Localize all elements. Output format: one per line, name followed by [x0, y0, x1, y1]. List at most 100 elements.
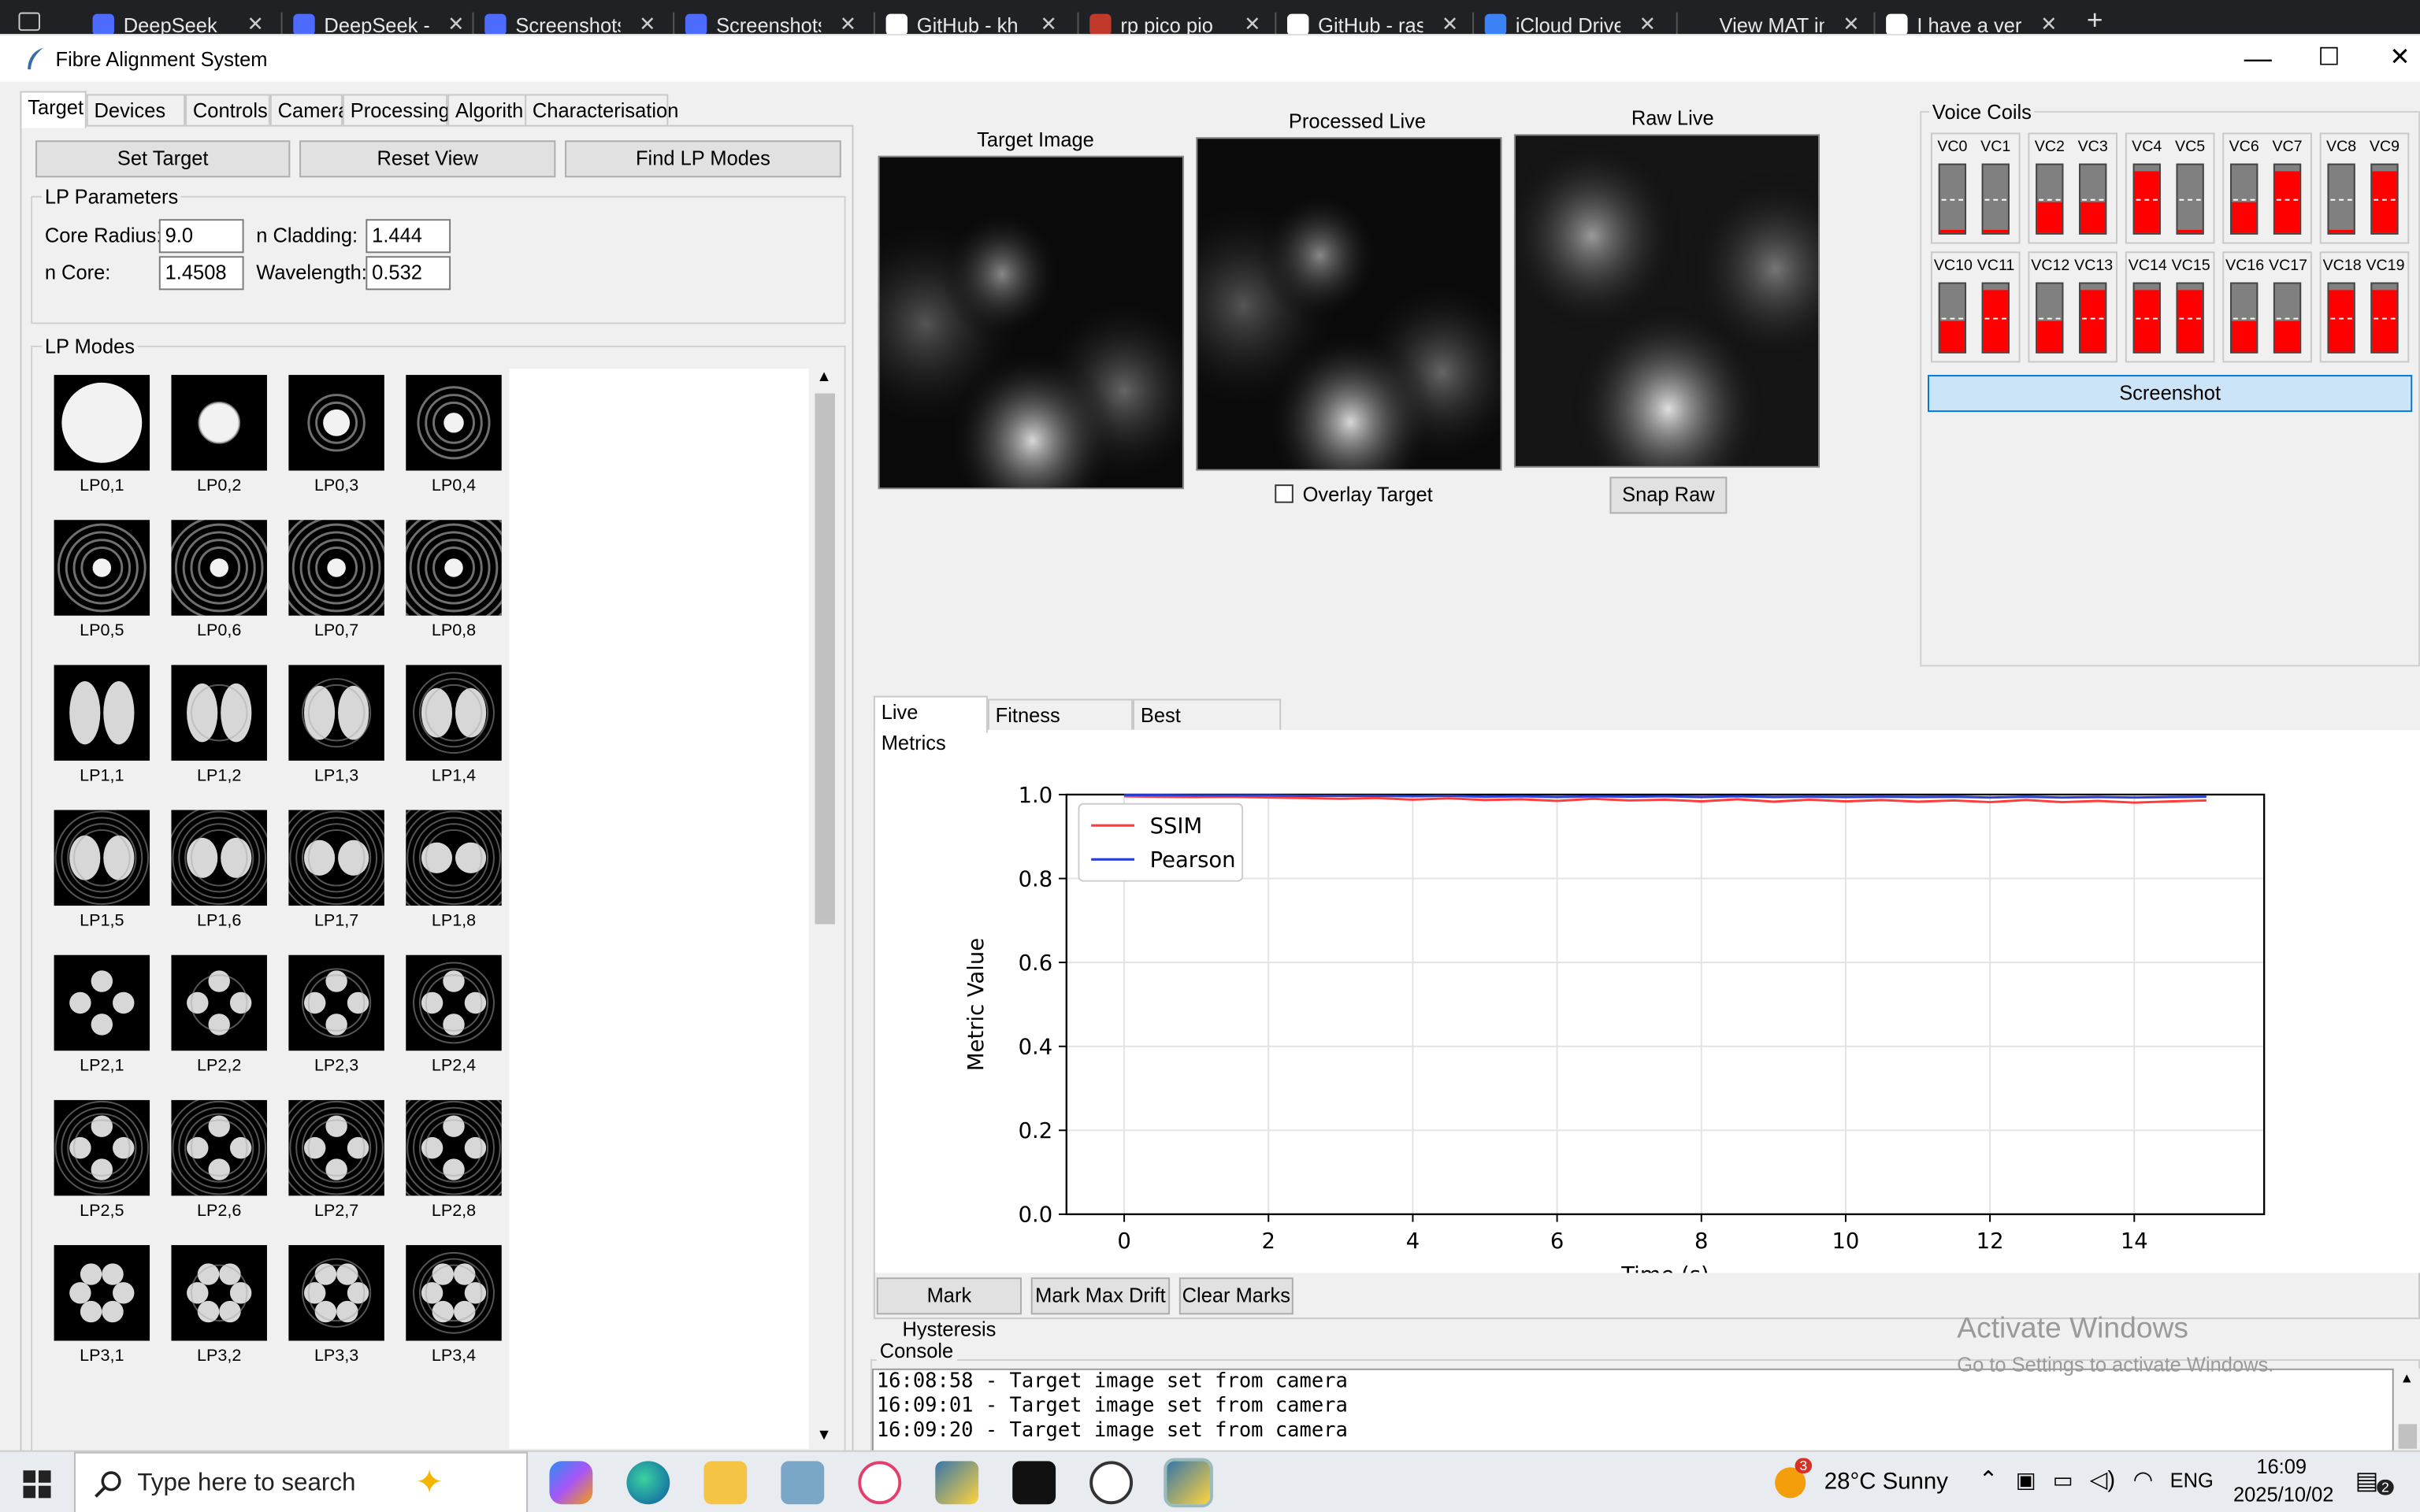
scroll-up-icon[interactable]: ▲ [816, 369, 831, 386]
lp-mode-image[interactable] [288, 375, 384, 471]
windows-start-icon[interactable] [23, 1470, 51, 1499]
scroll-thumb[interactable] [815, 393, 835, 925]
lp-mode-image[interactable] [171, 954, 267, 1051]
mark-max-drift-button[interactable]: Mark Max Drift [1030, 1277, 1171, 1315]
voice-coil-bar[interactable] [2132, 163, 2161, 235]
voice-coil-bar[interactable] [1938, 163, 1967, 235]
lp-mode-image[interactable] [54, 1245, 150, 1341]
tab-devices[interactable]: Devices [86, 94, 186, 128]
tab-live-metrics[interactable]: Live Metrics [873, 695, 988, 754]
copilot-icon[interactable] [549, 1461, 593, 1505]
console-scrollbar[interactable]: ▲ [2395, 1368, 2420, 1452]
voice-coil-bar[interactable] [2230, 163, 2259, 235]
voice-coil-bar[interactable] [2176, 282, 2204, 354]
clock-date[interactable]: 2025/10/02 [2233, 1483, 2334, 1506]
edge-browser-icon[interactable] [626, 1461, 670, 1505]
lp-mode-image[interactable] [288, 1099, 384, 1196]
maximize-button[interactable]: ☐ [2293, 40, 2364, 77]
tab-characterisation[interactable]: Characterisation [525, 94, 678, 128]
lp-mode-image[interactable] [171, 1099, 267, 1196]
voice-coil-bar[interactable] [2327, 163, 2355, 235]
scroll-thumb[interactable] [2398, 1424, 2418, 1449]
battery-icon[interactable]: ▭ [2053, 1467, 2073, 1493]
voice-coil-bar[interactable] [1981, 163, 2010, 235]
lp-mode-image[interactable] [288, 1245, 384, 1341]
wifi-icon[interactable]: ◠ [2133, 1466, 2154, 1493]
tab-target[interactable]: Target [20, 91, 87, 128]
language-indicator[interactable]: ENG [2170, 1469, 2214, 1492]
lp-modes-scrollbar[interactable]: ▲ ▼ [811, 369, 838, 1449]
lp-mode-image[interactable] [54, 665, 150, 761]
lp-mode-image[interactable] [406, 665, 502, 761]
screenshot-button[interactable]: Screenshot [1928, 375, 2413, 413]
notification-icon[interactable]: ▤ [2355, 1466, 2379, 1496]
voice-coil-bar[interactable] [2176, 163, 2204, 235]
wavelength-field[interactable]: 0.532 [366, 256, 451, 291]
lp-mode-image[interactable] [54, 1099, 150, 1196]
n-core-field[interactable]: 1.4508 [158, 256, 244, 291]
lp-mode-image[interactable] [54, 520, 150, 616]
voice-coil-bar[interactable] [2132, 282, 2161, 354]
lp-mode-image[interactable] [54, 810, 150, 906]
console-output[interactable]: 16:08:58 - Target image set from camera 1… [871, 1368, 2394, 1452]
python-idle-icon[interactable] [935, 1461, 979, 1505]
new-tab-button[interactable]: + [2087, 5, 2103, 37]
core-radius-field[interactable]: 9.0 [158, 219, 244, 254]
voice-coil-bar[interactable] [2273, 163, 2302, 235]
store-app-icon[interactable] [781, 1461, 825, 1505]
camera-app-icon[interactable] [1089, 1461, 1134, 1505]
mark-hysteresis-button[interactable]: Mark Hysteresis [876, 1277, 1022, 1341]
voice-coil-bar[interactable] [2079, 282, 2107, 354]
set-target-button[interactable]: Set Target [35, 140, 291, 178]
tab-controls[interactable]: Controls [185, 94, 270, 128]
clear-marks-button[interactable]: Clear Marks [1178, 1277, 1294, 1315]
terminal-icon[interactable] [1012, 1461, 1056, 1505]
taskbar-search-box[interactable]: Type here to search ✦ [74, 1451, 529, 1512]
weather-text[interactable]: 28°C Sunny [1824, 1469, 1948, 1495]
reset-view-button[interactable]: Reset View [299, 140, 556, 178]
meet-icon[interactable]: ▣ [2016, 1467, 2036, 1493]
lp-mode-image[interactable] [406, 1099, 502, 1196]
chevron-up-icon[interactable]: ⌃ [1979, 1466, 1999, 1493]
volume-icon[interactable]: ◁) [2090, 1466, 2115, 1493]
lp-mode-image[interactable] [171, 520, 267, 616]
voice-coil-bar[interactable] [1981, 282, 2010, 354]
network-app-icon[interactable] [858, 1461, 902, 1505]
close-button[interactable]: ✕ [2364, 40, 2420, 77]
file-explorer-icon[interactable] [703, 1461, 748, 1505]
snap-raw-button[interactable]: Snap Raw [1609, 476, 1728, 514]
n-cladding-field[interactable]: 1.444 [366, 219, 451, 254]
lp-mode-image[interactable] [288, 665, 384, 761]
lp-mode-image[interactable] [54, 954, 150, 1051]
tab-fitness-progress[interactable]: Fitness Progress [987, 699, 1134, 758]
minimize-button[interactable]: — [2222, 40, 2293, 77]
lp-mode-image[interactable] [288, 954, 384, 1051]
tab-actions-icon[interactable] [18, 12, 40, 32]
scroll-down-icon[interactable]: ▼ [816, 1427, 831, 1444]
tab-best-generations[interactable]: Best Generations [1133, 699, 1282, 758]
python-app-icon[interactable] [1164, 1458, 1213, 1508]
lp-mode-image[interactable] [406, 810, 502, 906]
lp-mode-image[interactable] [171, 810, 267, 906]
voice-coil-bar[interactable] [2036, 282, 2064, 354]
find-lp-modes-button[interactable]: Find LP Modes [565, 140, 841, 178]
voice-coil-bar[interactable] [2079, 163, 2107, 235]
voice-coil-bar[interactable] [1938, 282, 1967, 354]
lp-mode-image[interactable] [288, 520, 384, 616]
overlay-target-checkbox[interactable] [1275, 484, 1294, 503]
lp-mode-image[interactable] [171, 375, 267, 471]
voice-coil-bar[interactable] [2370, 282, 2399, 354]
tab-camera[interactable]: Camera [269, 94, 349, 128]
voice-coil-bar[interactable] [2230, 282, 2259, 354]
lp-mode-image[interactable] [406, 954, 502, 1051]
lp-mode-image[interactable] [406, 1245, 502, 1341]
lp-mode-image[interactable] [171, 1245, 267, 1341]
lp-mode-image[interactable] [171, 665, 267, 761]
voice-coil-bar[interactable] [2370, 163, 2399, 235]
voice-coil-bar[interactable] [2273, 282, 2302, 354]
lp-mode-image[interactable] [406, 375, 502, 471]
scroll-up-icon[interactable]: ▲ [2400, 1370, 2414, 1386]
voice-coil-bar[interactable] [2327, 282, 2355, 354]
clock-time[interactable]: 16:09 [2256, 1455, 2307, 1478]
lp-mode-image[interactable] [288, 810, 384, 906]
